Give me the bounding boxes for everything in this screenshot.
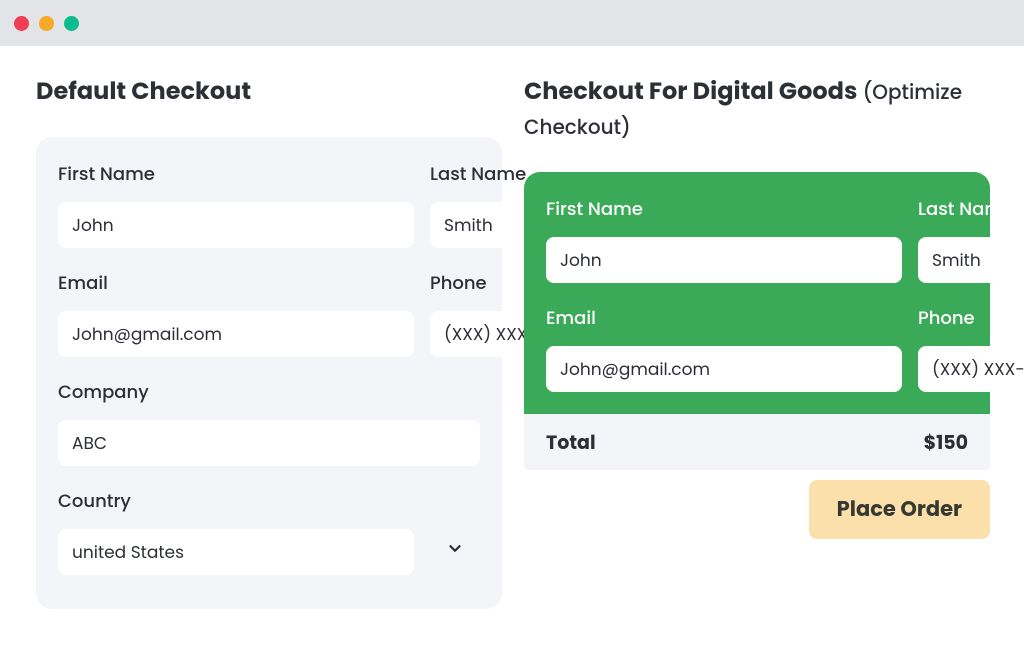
country-field-group: Country: [58, 488, 480, 575]
chevron-down-icon: [446, 540, 464, 565]
first-name-input[interactable]: [58, 202, 414, 248]
dg-email-field-group: Email: [546, 305, 902, 392]
dg-first-name-field-group: First Name: [546, 196, 902, 283]
first-name-label: First Name: [58, 161, 414, 188]
digital-checkout-panel: First Name Last Name Email Phone: [524, 172, 990, 414]
dg-email-input[interactable]: [546, 346, 902, 392]
company-field-group: Company: [58, 379, 480, 466]
dg-phone-input[interactable]: [918, 346, 1024, 392]
dg-first-name-input[interactable]: [546, 237, 902, 283]
cta-row: Place Order: [524, 480, 990, 539]
company-input[interactable]: [58, 420, 480, 466]
dg-last-name-input[interactable]: [918, 237, 1024, 283]
window-dot-zoom[interactable]: [64, 16, 79, 31]
digital-checkout-column: Checkout For Digital Goods (Optimize Che…: [524, 74, 990, 609]
total-row: Total $150: [524, 414, 990, 470]
default-checkout-panel: First Name Last Name Email Phone: [36, 137, 502, 609]
window-titlebar: [0, 0, 1024, 46]
company-label: Company: [58, 379, 480, 406]
content-area: Default Checkout First Name Last Name Em…: [0, 46, 1024, 609]
dg-phone-label: Phone: [918, 305, 1024, 332]
dg-last-name-field-group: Last Name: [918, 196, 1024, 283]
email-input[interactable]: [58, 311, 414, 357]
default-checkout-column: Default Checkout First Name Last Name Em…: [36, 74, 502, 609]
dg-first-name-label: First Name: [546, 196, 902, 223]
digital-checkout-title-main: Checkout For Digital Goods: [524, 75, 862, 108]
dg-last-name-label: Last Name: [918, 196, 1024, 223]
digital-checkout-title: Checkout For Digital Goods (Optimize Che…: [524, 74, 990, 144]
email-field-group: Email: [58, 270, 414, 357]
total-label: Total: [546, 428, 596, 457]
default-checkout-title: Default Checkout: [36, 74, 502, 109]
country-select[interactable]: [58, 529, 414, 575]
first-name-field-group: First Name: [58, 161, 414, 248]
country-label: Country: [58, 488, 480, 515]
email-label: Email: [58, 270, 414, 297]
place-order-button[interactable]: Place Order: [809, 480, 990, 539]
total-value: $150: [924, 428, 968, 457]
dg-phone-field-group: Phone: [918, 305, 1024, 392]
window-dot-minimize[interactable]: [39, 16, 54, 31]
window-dot-close[interactable]: [14, 16, 29, 31]
dg-email-label: Email: [546, 305, 902, 332]
